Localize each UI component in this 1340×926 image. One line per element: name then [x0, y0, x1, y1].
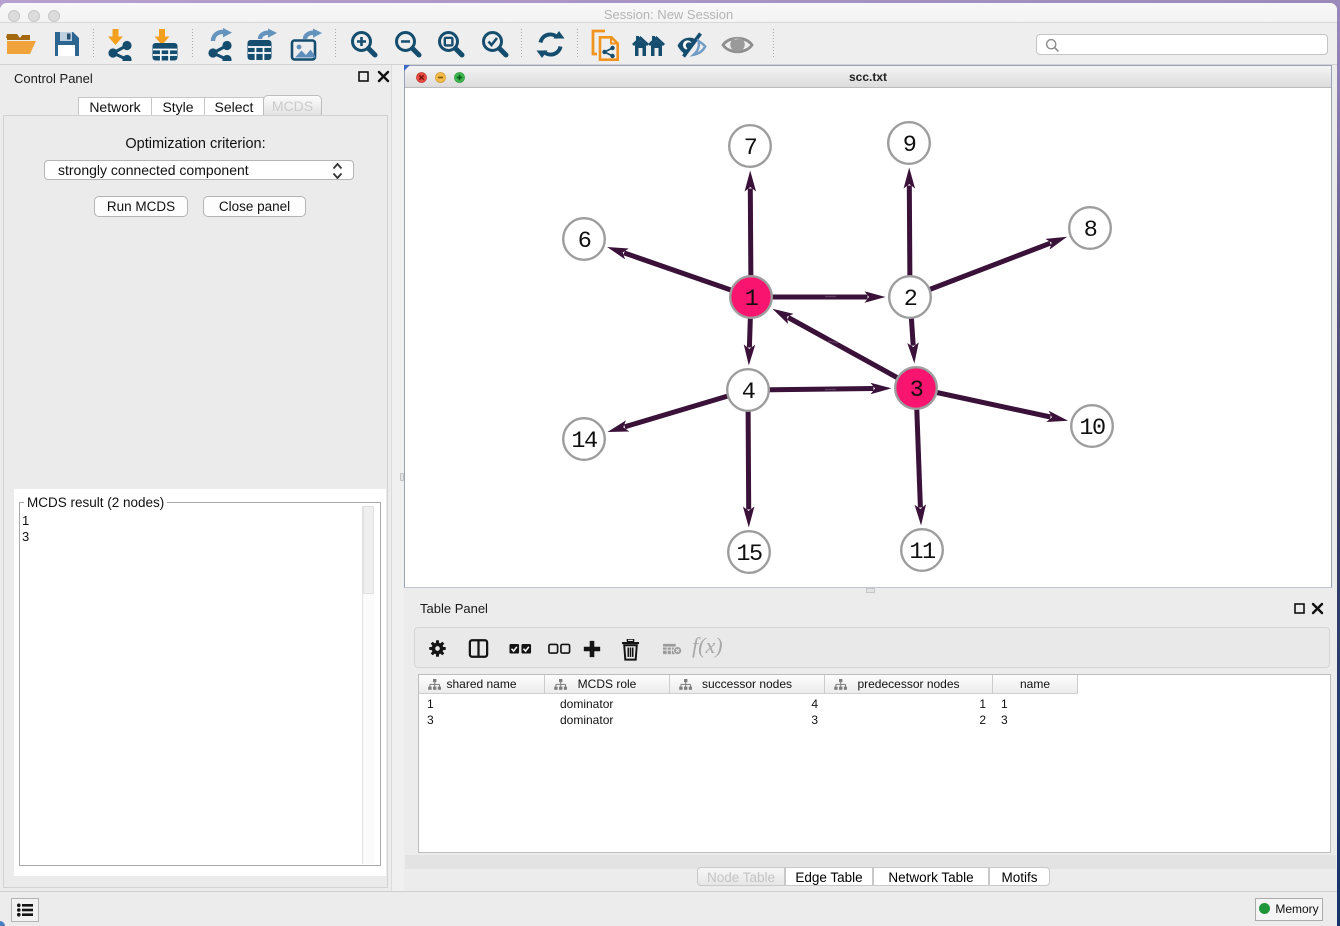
svg-text:11: 11: [909, 539, 935, 566]
svg-text:3: 3: [910, 377, 923, 404]
svg-text:10: 10: [1079, 415, 1105, 442]
svg-text:6: 6: [578, 228, 591, 255]
svg-text:2: 2: [904, 286, 917, 313]
svg-text:14: 14: [571, 428, 597, 455]
svg-text:7: 7: [744, 135, 757, 162]
svg-text:4: 4: [742, 379, 755, 406]
svg-text:15: 15: [736, 541, 762, 568]
svg-text:8: 8: [1084, 217, 1097, 244]
svg-text:9: 9: [903, 132, 916, 159]
svg-text:1: 1: [745, 286, 758, 313]
